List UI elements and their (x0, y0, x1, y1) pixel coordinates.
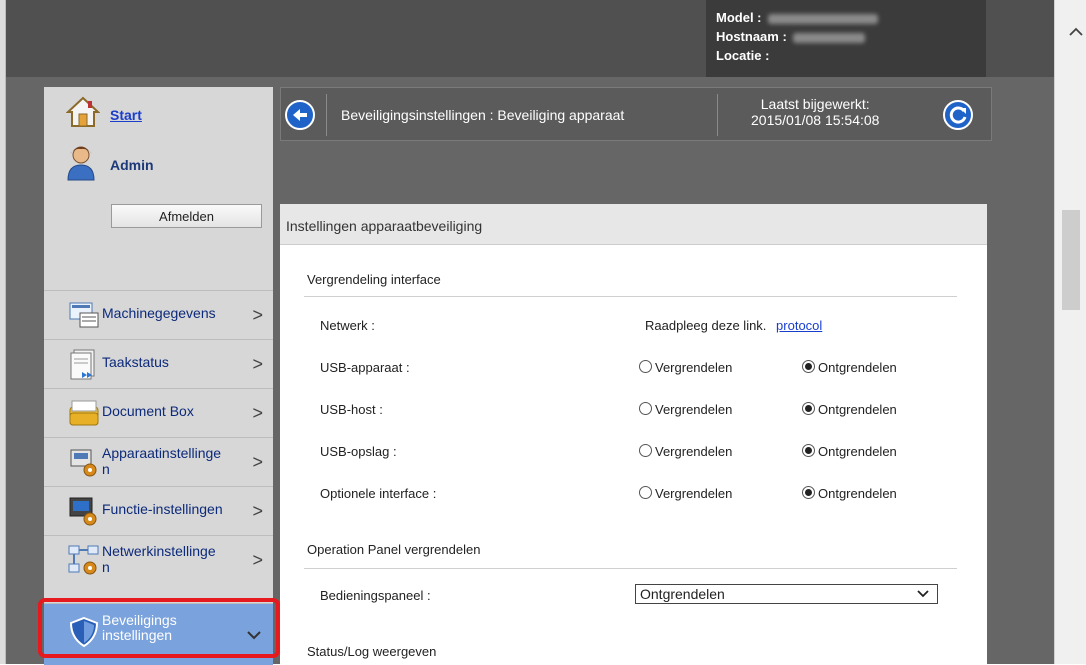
sidebar: Start Admin Afmelden Machinegegevens > T… (44, 87, 273, 665)
sidebar-item-device-settings[interactable]: Apparaatinstellinge n > (44, 437, 273, 486)
chevron-right-icon: > (252, 550, 263, 570)
radio-icon (639, 486, 652, 499)
sidebar-item-network-settings[interactable]: Netwerkinstellinge n > (44, 535, 273, 584)
chevron-right-icon: > (252, 403, 263, 423)
device-settings-icon (70, 449, 97, 477)
section-interface-lock: Vergrendeling interface (307, 272, 441, 287)
scroll-up-icon[interactable] (1064, 27, 1086, 37)
usb-device-unlock-radio[interactable]: Ontgrendelen (802, 360, 897, 375)
protocol-link[interactable]: protocol (776, 318, 822, 333)
sidebar-item-job-status[interactable]: Taakstatus > (44, 339, 273, 388)
chevron-right-icon: > (252, 354, 263, 374)
hostname-value-redacted (792, 32, 865, 43)
user-name: Admin (110, 157, 154, 173)
section-status-log: Status/Log weergeven (307, 644, 437, 659)
operation-panel-label: Bedieningspaneel : (320, 588, 431, 603)
optional-interface-label: Optionele interface : (320, 486, 437, 501)
usb-host-lock-radio[interactable]: Vergrendelen (639, 402, 732, 417)
optional-interface-unlock-radio[interactable]: Ontgrendelen (802, 486, 897, 501)
usb-host-unlock-radio[interactable]: Ontgrendelen (802, 402, 897, 417)
radio-selected-icon (802, 486, 815, 499)
scrollbar[interactable] (1054, 0, 1086, 664)
usb-host-label: USB-host : (320, 402, 383, 417)
model-label: Model : (716, 10, 762, 25)
last-updated-label: Laatst bijgewerkt: (760, 96, 870, 112)
radio-selected-icon (802, 444, 815, 457)
location-label: Locatie : (716, 48, 770, 63)
document-box-icon (69, 400, 99, 426)
network-info-text: Raadpleeg deze link. (645, 318, 767, 333)
user-avatar-icon (67, 146, 95, 181)
scrollbar-thumb[interactable] (1062, 210, 1080, 310)
radio-selected-icon (802, 360, 815, 373)
panel-header: Instellingen apparaatbeveiliging (280, 204, 987, 245)
sidebar-item-label: Taakstatus (102, 354, 169, 370)
optional-interface-lock-radio[interactable]: Vergrendelen (639, 486, 732, 501)
usb-device-label: USB-apparaat : (320, 360, 410, 375)
machine-info-icon (69, 302, 99, 328)
sidebar-item-machine-info[interactable]: Machinegegevens > (44, 290, 273, 339)
top-bar: Model : Hostnaam : Locatie : (6, 0, 1054, 77)
logout-button[interactable]: Afmelden (111, 204, 262, 228)
operation-panel-value: Ontgrendelen (640, 586, 725, 602)
sidebar-item-document-box[interactable]: Document Box > (44, 388, 273, 437)
breadcrumb: Beveiligingsinstellingen : Beveiliging a… (341, 107, 625, 123)
sidebar-item-label: Machinegegevens (102, 305, 216, 321)
radio-icon (639, 402, 652, 415)
usb-device-lock-radio[interactable]: Vergrendelen (639, 360, 732, 375)
radio-icon (639, 444, 652, 457)
last-updated-value: 2015/01/08 15:54:08 (751, 112, 880, 128)
sidebar-item-label: Apparaatinstellinge n (102, 445, 222, 477)
chevron-right-icon: > (252, 452, 263, 472)
function-settings-icon (69, 497, 97, 526)
device-info: Model : Hostnaam : Locatie : (716, 8, 878, 65)
home-icon (66, 96, 100, 127)
last-updated: Laatst bijgewerkt: 2015/01/08 15:54:08 (751, 96, 879, 128)
sidebar-item-label: Netwerkinstellinge n (102, 543, 216, 575)
sidebar-item-label: Document Box (102, 403, 194, 419)
panel-title: Instellingen apparaatbeveiliging (286, 218, 483, 234)
section-panel-lock: Operation Panel vergrendelen (307, 542, 481, 557)
operation-panel-select[interactable]: Ontgrendelen (635, 584, 938, 604)
sidebar-start[interactable]: Start (44, 87, 273, 139)
radio-icon (639, 360, 652, 373)
page-header: Beveiligingsinstellingen : Beveiliging a… (280, 87, 992, 141)
chevron-right-icon: > (252, 305, 263, 325)
network-info: Raadpleeg deze link. protocol (645, 318, 822, 333)
settings-panel: Instellingen apparaatbeveiliging Vergren… (280, 204, 987, 664)
model-value-redacted (767, 13, 878, 24)
chevron-down-icon (917, 590, 929, 598)
usb-storage-lock-radio[interactable]: Vergrendelen (639, 444, 732, 459)
sidebar-item-label: Functie-instellingen (102, 501, 223, 517)
network-settings-icon (68, 545, 99, 575)
highlight-box (38, 598, 280, 658)
usb-storage-unlock-radio[interactable]: Ontgrendelen (802, 444, 897, 459)
refresh-icon[interactable] (943, 100, 973, 130)
network-label: Netwerk : (320, 318, 375, 333)
chevron-right-icon: > (252, 501, 263, 521)
back-arrow-icon[interactable] (285, 100, 315, 130)
radio-selected-icon (802, 402, 815, 415)
job-status-icon (70, 349, 95, 380)
sidebar-item-function-settings[interactable]: Functie-instellingen > (44, 486, 273, 535)
usb-storage-label: USB-opslag : (320, 444, 397, 459)
hostname-label: Hostnaam : (716, 29, 787, 44)
sidebar-user: Admin (44, 139, 273, 191)
start-link[interactable]: Start (110, 107, 142, 123)
